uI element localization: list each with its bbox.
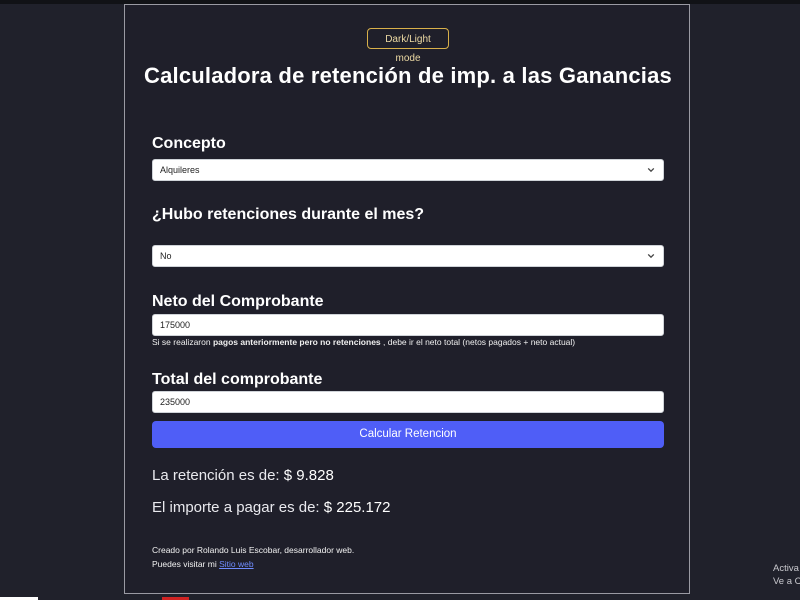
activation-line-1: Activa [773,563,799,574]
chevron-down-icon [647,167,655,173]
credits: Creado por Rolando Luis Escobar, desarro… [152,543,354,571]
neto-hint: Si se realizaron pagos anteriormente per… [152,337,575,347]
neto-input-value: 175000 [160,320,191,330]
chevron-down-icon [647,253,655,259]
dark-light-mode-button[interactable]: Dark/Light mode [367,28,449,64]
credit-line: Creado por Rolando Luis Escobar, desarro… [152,545,355,555]
calcular-retencion-button[interactable]: Calcular Retencion [152,421,664,448]
hint-suffix: , debe ir el neto total (netos pagados +… [383,337,576,347]
concepto-selected-value: Alquileres [160,165,200,175]
retencion-result: La retención es de: $ 9.828 [152,467,334,484]
total-label: Total del comprobante [152,371,323,388]
os-activation-watermark: Activa Ve a C [773,562,800,588]
neto-input[interactable]: 175000 [152,314,664,336]
retenciones-label: ¿Hubo retenciones durante el mes? [152,206,425,223]
page-title: Calculadora de retención de imp. a las G… [143,63,672,88]
hint-prefix: Si se realizaron [152,337,211,347]
visit-line: Puedes visitar mi Sitio web [152,557,354,571]
retenciones-selected-value: No [160,251,172,261]
total-input-value: 235000 [160,397,191,407]
importe-label: El importe a pagar es de: [152,499,320,516]
concepto-label: Concepto [152,135,226,152]
total-input[interactable]: 235000 [152,391,664,413]
neto-label: Neto del Comprobante [152,293,324,310]
retencion-value: $ 9.828 [283,467,334,484]
retencion-label: La retención es de: [152,467,280,484]
importe-result: El importe a pagar es de: $ 225.172 [152,499,391,516]
concepto-select[interactable]: Alquileres [152,159,664,181]
activation-line-2: Ve a C [773,576,800,587]
retenciones-select[interactable]: No [152,245,664,267]
calculator-card: Dark/Light mode Calculadora de retención… [124,4,690,594]
sitio-web-link[interactable]: Sitio web [219,559,254,569]
importe-value: $ 225.172 [323,499,391,516]
hint-bold: pagos anteriormente pero no retenciones [212,337,381,347]
visit-prefix: Puedes visitar mi [152,559,217,569]
